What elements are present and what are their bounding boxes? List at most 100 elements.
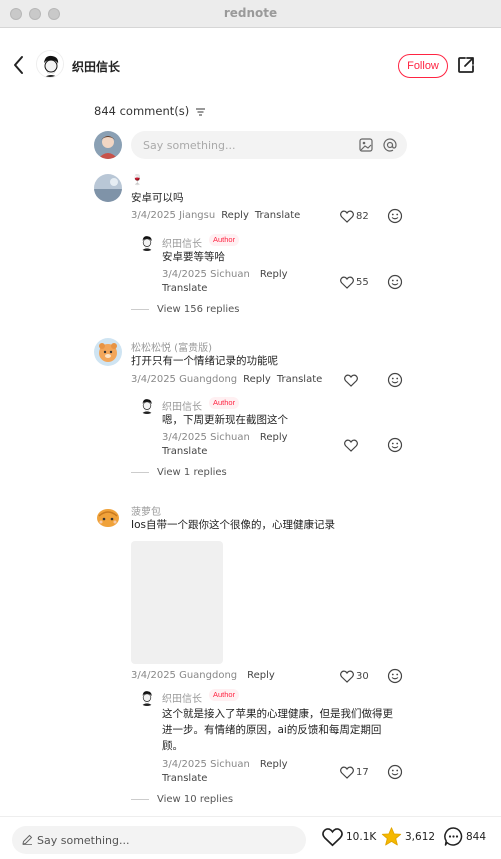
view-replies-label: View 10 replies (157, 794, 234, 805)
emoji-icon[interactable] (387, 208, 403, 224)
reply-author-name[interactable]: 织田信长 (162, 398, 202, 413)
author-name[interactable]: 织田信长 (72, 58, 120, 75)
reply-author-avatar[interactable] (138, 396, 156, 414)
reply-author-name[interactable]: 织田信长 (162, 235, 202, 250)
heart-icon (344, 374, 358, 387)
image-icon[interactable] (359, 138, 373, 152)
like-button[interactable] (344, 373, 374, 389)
comment-meta: 3/4/2025 Jiangsu Reply Translate (131, 210, 300, 221)
like-button[interactable]: 30 (340, 669, 370, 685)
reply-button[interactable]: Reply (260, 432, 288, 443)
comment-text: 打开只有一个情绪记录的功能呢 (131, 355, 278, 367)
view-replies-label: View 156 replies (157, 304, 240, 315)
reply-date-location: 3/4/2025 Sichuan (162, 269, 250, 280)
translate-button[interactable]: Translate (162, 446, 207, 457)
window-titlebar: rednote (0, 0, 501, 28)
view-replies-label: View 1 replies (157, 467, 227, 478)
commenter-avatar[interactable] (94, 174, 122, 202)
comment-icon[interactable] (443, 826, 464, 847)
comment-text: Ios自带一个跟你这个很像的，心理健康记录 (131, 519, 335, 531)
heart-icon (340, 210, 354, 223)
like-button[interactable]: 55 (340, 275, 370, 291)
commenter-name[interactable]: 🍷 (131, 175, 143, 186)
reply-text-line: 这个就是接入了苹果的心理健康，但是我们做得更 (162, 708, 393, 720)
like-count: 17 (356, 767, 369, 778)
reply-button[interactable]: Reply (260, 269, 288, 280)
reply-button[interactable]: Reply (243, 374, 271, 385)
at-icon[interactable] (383, 138, 397, 152)
comment-input-placeholder: Say something... (143, 139, 236, 152)
translate-button[interactable]: Translate (255, 210, 300, 221)
heart-icon (344, 439, 358, 452)
emoji-icon[interactable] (387, 668, 403, 684)
translate-button[interactable]: Translate (162, 773, 207, 784)
commenter-avatar[interactable] (94, 338, 122, 366)
commenter-avatar[interactable] (94, 502, 122, 530)
reply-button[interactable]: Reply (260, 759, 288, 770)
heart-icon (340, 276, 354, 289)
reply-meta: 3/4/2025 Sichuan Reply (162, 432, 288, 443)
emoji-icon[interactable] (387, 437, 403, 453)
commenter-name[interactable]: 菠萝包 (131, 503, 161, 518)
author-badge: Author (209, 397, 240, 409)
like-button[interactable] (344, 438, 374, 454)
view-replies-button[interactable]: View 10 replies (131, 794, 233, 805)
emoji-icon[interactable] (387, 372, 403, 388)
like-count: 55 (356, 277, 369, 288)
comment-meta: 3/4/2025 Guangdong Reply Translate (131, 374, 322, 385)
comment-count-label: 844 comment(s) (94, 104, 190, 118)
reply-text-line: 顾。 (162, 740, 183, 752)
bottom-comment-input[interactable]: Say something... (12, 826, 306, 854)
reply-text-line: 进一步。有情绪的原因，ai的反馈和每周定期回 (162, 724, 382, 736)
post-like-count: 10.1K (346, 831, 377, 843)
comment-text: 安卓可以吗 (131, 192, 184, 204)
heart-icon (340, 670, 354, 683)
commenter-name[interactable]: 松松松悦 (富贵版) (131, 339, 212, 354)
emoji-icon[interactable] (387, 274, 403, 290)
comment-meta: 3/4/2025 Guangdong Reply (131, 670, 275, 681)
comment-input[interactable]: Say something... (131, 131, 407, 159)
window-title: rednote (223, 6, 278, 20)
reply-button[interactable]: Reply (247, 670, 275, 681)
reply-author-avatar[interactable] (138, 233, 156, 251)
comment-count: 844 comment(s) (94, 104, 205, 118)
like-button[interactable]: 17 (340, 765, 370, 781)
reply-author-avatar[interactable] (138, 688, 156, 706)
star-icon[interactable] (381, 826, 402, 847)
translate-button[interactable]: Translate (277, 374, 322, 385)
author-avatar[interactable] (36, 50, 64, 78)
comment-image[interactable] (131, 541, 223, 664)
current-user-avatar (94, 131, 122, 159)
view-replies-button[interactable]: View 1 replies (131, 467, 227, 478)
translate-button[interactable]: Translate (162, 283, 207, 294)
reply-text: 安卓要等等哈 (162, 251, 225, 263)
author-badge: Author (209, 689, 240, 701)
follow-button[interactable]: Follow (398, 54, 448, 78)
author-badge: Author (209, 234, 240, 246)
post-header: 织田信长 Follow (0, 28, 501, 104)
reply-meta: 3/4/2025 Sichuan Reply (162, 269, 288, 280)
reply-date-location: 3/4/2025 Sichuan (162, 759, 250, 770)
share-icon[interactable] (456, 55, 476, 75)
reply-text: 嗯，下周更新现在截图这个 (162, 414, 288, 426)
back-icon[interactable] (10, 54, 28, 76)
comment-date-location: 3/4/2025 Jiangsu (131, 210, 216, 221)
like-count: 82 (356, 211, 369, 222)
post-collect-count: 3,612 (405, 831, 436, 843)
comment-date-location: 3/4/2025 Guangdong (131, 374, 238, 385)
heart-icon[interactable] (322, 827, 343, 847)
comment-date-location: 3/4/2025 Guangdong (131, 670, 238, 681)
pencil-icon (22, 834, 33, 845)
like-button[interactable]: 82 (340, 209, 370, 225)
heart-icon (340, 766, 354, 779)
bottom-bar: Say something... 10.1K 3,612 844 (0, 816, 501, 859)
reply-button[interactable]: Reply (221, 210, 249, 221)
view-replies-button[interactable]: View 156 replies (131, 304, 240, 315)
reply-author-name[interactable]: 织田信长 (162, 690, 202, 705)
reply-meta: 3/4/2025 Sichuan Reply (162, 759, 288, 770)
emoji-icon[interactable] (387, 764, 403, 780)
sort-icon[interactable] (195, 108, 205, 116)
post-comment-count: 844 (466, 831, 487, 843)
reply-date-location: 3/4/2025 Sichuan (162, 432, 250, 443)
like-count: 30 (356, 671, 369, 682)
